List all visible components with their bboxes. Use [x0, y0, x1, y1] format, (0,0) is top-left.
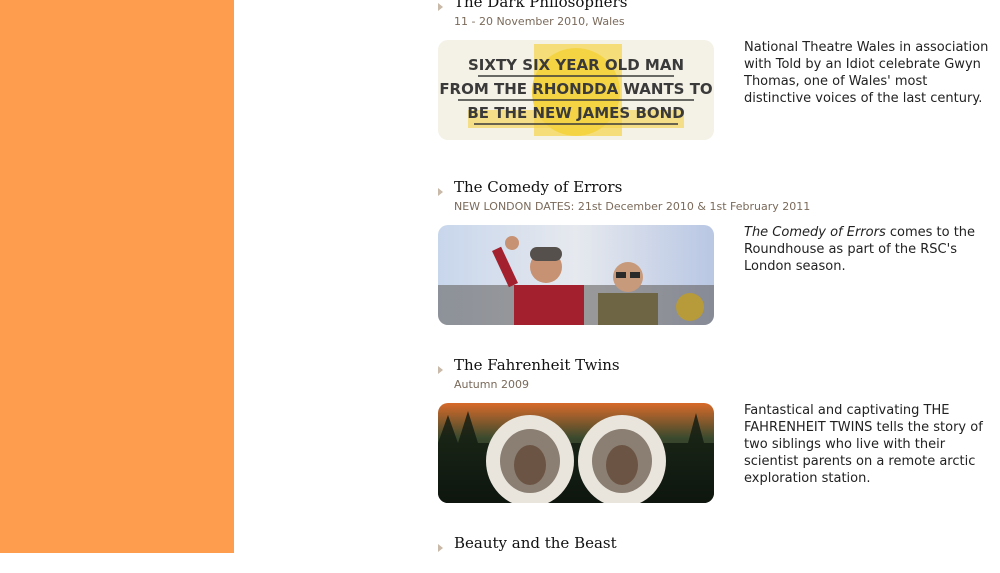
- poster-line-2: FROM THE RHONDDA WANTS TO: [439, 80, 712, 98]
- show-thumbnail[interactable]: SIXTY SIX YEAR OLD MAN FROM THE RHONDDA …: [438, 40, 714, 140]
- poster-image: SIXTY SIX YEAR OLD MAN FROM THE RHONDDA …: [438, 40, 714, 140]
- bullet-arrow-icon: [438, 188, 443, 196]
- show-entry-comedy-of-errors: The Comedy of Errors NEW LONDON DATES: 2…: [436, 178, 1000, 325]
- show-title-link[interactable]: The Comedy of Errors: [454, 178, 622, 197]
- show-date: Autumn 2009: [454, 378, 529, 391]
- poster-image: [438, 403, 714, 503]
- left-sidebar: [0, 0, 234, 553]
- show-header: The Dark Philosophers 11 - 20 November 2…: [436, 0, 1000, 32]
- show-thumbnail[interactable]: [438, 225, 714, 325]
- poster-line-1: SIXTY SIX YEAR OLD MAN: [468, 56, 684, 74]
- show-description: Fantastical and captivating THE FAHRENHE…: [744, 403, 983, 486]
- show-entry-dark-philosophers: The Dark Philosophers 11 - 20 November 2…: [436, 0, 1000, 140]
- show-date: NEW LONDON DATES: 21st December 2010 & 1…: [454, 200, 811, 213]
- show-header: The Comedy of Errors NEW LONDON DATES: 2…: [436, 178, 1000, 217]
- show-description: National Theatre Wales in association wi…: [744, 40, 989, 106]
- bullet-arrow-icon: [438, 544, 443, 552]
- show-description: The Comedy of Errors comes to the Roundh…: [744, 224, 998, 275]
- poster-line-3: BE THE NEW JAMES BOND: [467, 104, 684, 122]
- shows-list: The Dark Philosophers 11 - 20 November 2…: [436, 0, 1000, 553]
- show-header: The Fahrenheit Twins Autumn 2009: [436, 356, 1000, 395]
- show-title-link[interactable]: The Fahrenheit Twins: [454, 356, 620, 375]
- show-header: Beauty and the Beast: [436, 534, 1000, 573]
- show-date: 11 - 20 November 2010, Wales: [454, 15, 625, 28]
- show-title-link[interactable]: The Dark Philosophers: [454, 0, 627, 12]
- show-entry-fahrenheit-twins: The Fahrenheit Twins Autumn 2009 Fantast…: [436, 356, 1000, 503]
- bullet-arrow-icon: [438, 3, 443, 11]
- production-photo: [438, 225, 714, 325]
- show-entry-beauty-and-the-beast: Beauty and the Beast: [436, 534, 1000, 573]
- show-title-link[interactable]: Beauty and the Beast: [454, 534, 617, 553]
- description-title-em: The Comedy of Errors: [744, 225, 886, 240]
- bullet-arrow-icon: [438, 366, 443, 374]
- show-thumbnail[interactable]: [438, 403, 714, 503]
